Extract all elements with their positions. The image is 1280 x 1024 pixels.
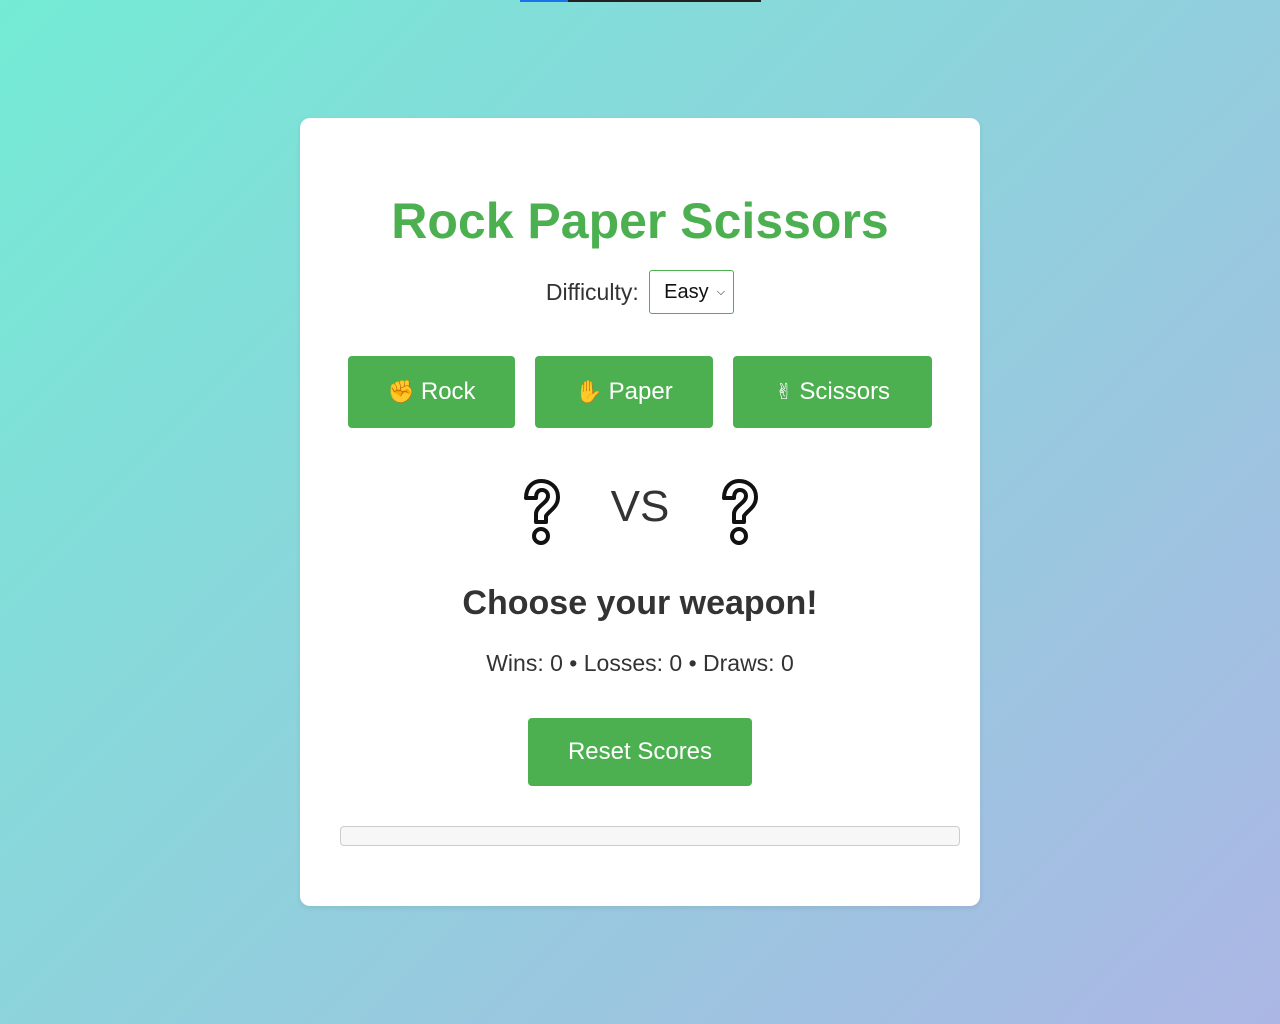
result-message: Choose your weapon! — [462, 584, 818, 622]
fist-icon: ✊ — [387, 379, 415, 405]
victory-hand-icon: ✌ — [774, 379, 794, 405]
rock-button-label: Rock — [420, 378, 476, 405]
page-progress-fill — [520, 0, 569, 2]
difficulty-label: Difficulty: — [545, 278, 639, 305]
raised-hand-icon: ✋ — [575, 379, 603, 405]
page-progress-bar — [520, 0, 761, 2]
paper-button[interactable]: ✋ Paper — [535, 356, 713, 428]
battle-row: VS — [0, 470, 1280, 550]
scissors-button[interactable]: ✌ Scissors — [733, 356, 932, 428]
round-progress-bar — [340, 826, 960, 846]
reset-scores-button[interactable]: Reset Scores — [528, 718, 752, 786]
rock-button[interactable]: ✊ Rock — [348, 356, 515, 428]
difficulty-select[interactable]: Easy ⌵ — [649, 270, 735, 314]
scissors-button-label: Scissors — [799, 378, 891, 405]
chevron-down-icon: ⌵ — [716, 285, 726, 298]
difficulty-selected-value: Easy — [664, 280, 709, 303]
computer-question-icon — [722, 479, 758, 545]
reset-scores-label: Reset Scores — [567, 738, 713, 765]
score-summary: Wins: 0 • Losses: 0 • Draws: 0 — [486, 650, 794, 676]
vs-label: VS — [610, 482, 670, 531]
difficulty-row: Difficulty: Easy ⌵ — [0, 270, 1280, 314]
game-title: Rock Paper Scissors — [391, 193, 889, 249]
paper-button-label: Paper — [608, 378, 673, 405]
